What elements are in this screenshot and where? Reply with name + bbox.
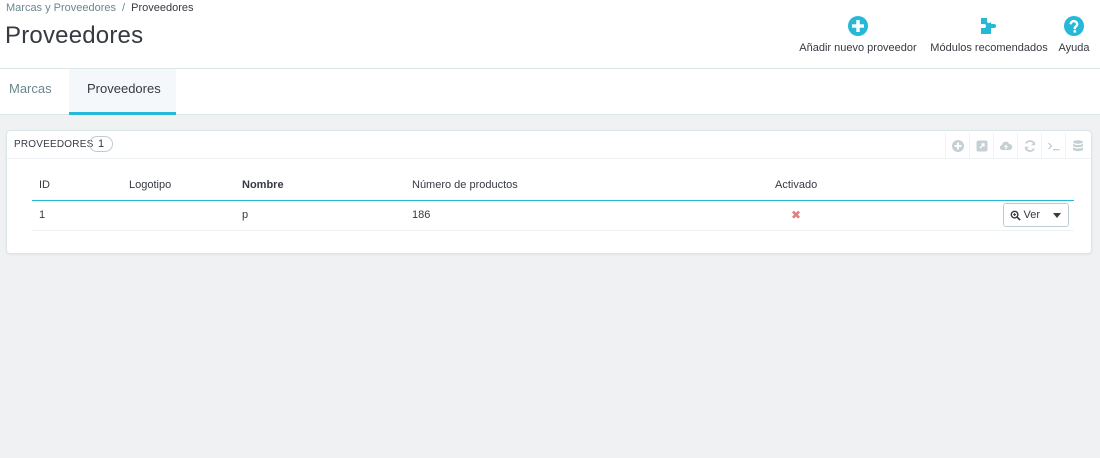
panel-database-button[interactable]: [1065, 133, 1089, 159]
column-header-name[interactable]: Nombre: [242, 176, 412, 201]
sql-icon: [1047, 142, 1059, 151]
panel-export-button[interactable]: [969, 133, 993, 159]
view-button[interactable]: Ver: [1004, 204, 1046, 226]
help-label: Ayuda: [1058, 42, 1090, 54]
status-disabled-icon[interactable]: ✖: [775, 208, 801, 222]
cell-id: 1: [32, 200, 129, 231]
page-header: Marcas y Proveedores / Proveedores Proveed…: [0, 0, 1100, 69]
zoom-in-icon: [1011, 210, 1022, 221]
tab-marcas[interactable]: Marcas: [0, 69, 69, 115]
column-header-active[interactable]: Activado: [775, 176, 975, 201]
breadcrumb: Marcas y Proveedores / Proveedores: [6, 2, 193, 14]
caret-down-icon: [1053, 212, 1061, 218]
recommended-modules-button[interactable]: Módulos recomendados: [929, 14, 1049, 54]
cell-active: ✖: [775, 200, 975, 231]
table-row[interactable]: 1 p 186 ✖ Ver: [32, 200, 1074, 231]
count-badge: 1: [89, 136, 113, 152]
column-header-actions: [975, 176, 1074, 201]
plus-circle-icon: [848, 16, 868, 36]
puzzle-icon: [981, 18, 996, 34]
recommended-modules-label: Módulos recomendados: [930, 42, 1048, 54]
column-header-logo: Logotipo: [129, 176, 242, 201]
tab-bar: Marcas Proveedores: [0, 69, 1100, 115]
panel-add-button[interactable]: [945, 133, 969, 159]
cell-name: p: [242, 200, 412, 231]
export-icon: [976, 140, 987, 152]
add-icon: [951, 140, 964, 152]
suppliers-table: ID Logotipo Nombre Número de productos A…: [32, 176, 1074, 231]
cell-actions: Ver: [975, 200, 1074, 231]
view-button-label: Ver: [1023, 209, 1040, 221]
suppliers-panel: PROVEEDORES 1 ID Logotipo Nombre Número …: [6, 130, 1092, 254]
cell-logo: [129, 200, 242, 231]
table-header-row: ID Logotipo Nombre Número de productos A…: [32, 176, 1074, 201]
panel-actions: [945, 133, 1089, 159]
refresh-icon: [1024, 140, 1035, 152]
help-button[interactable]: Ayuda: [1056, 14, 1092, 54]
column-header-id[interactable]: ID: [32, 176, 129, 201]
cell-products: 186: [412, 200, 775, 231]
panel-header: PROVEEDORES 1: [7, 131, 1091, 159]
panel-sql-button[interactable]: [1041, 133, 1065, 159]
column-header-products[interactable]: Número de productos: [412, 176, 775, 201]
add-supplier-button[interactable]: Añadir nuevo proveedor: [798, 14, 918, 54]
breadcrumb-parent-link[interactable]: Marcas y Proveedores: [6, 2, 116, 14]
row-actions-dropdown-toggle[interactable]: [1046, 204, 1068, 226]
panel-refresh-button[interactable]: [1017, 133, 1041, 159]
panel-cloud-button[interactable]: [993, 133, 1017, 159]
question-circle-icon: [1064, 16, 1084, 36]
row-action-group: Ver: [1003, 203, 1069, 227]
panel-title: PROVEEDORES: [14, 139, 94, 150]
tab-proveedores[interactable]: Proveedores: [69, 69, 176, 115]
database-icon: [1072, 140, 1083, 152]
cloud-icon: [999, 141, 1012, 151]
breadcrumb-current: Proveedores: [131, 2, 194, 14]
add-supplier-label: Añadir nuevo proveedor: [799, 42, 917, 54]
page-title: Proveedores: [5, 22, 144, 49]
breadcrumb-separator: /: [122, 2, 126, 14]
